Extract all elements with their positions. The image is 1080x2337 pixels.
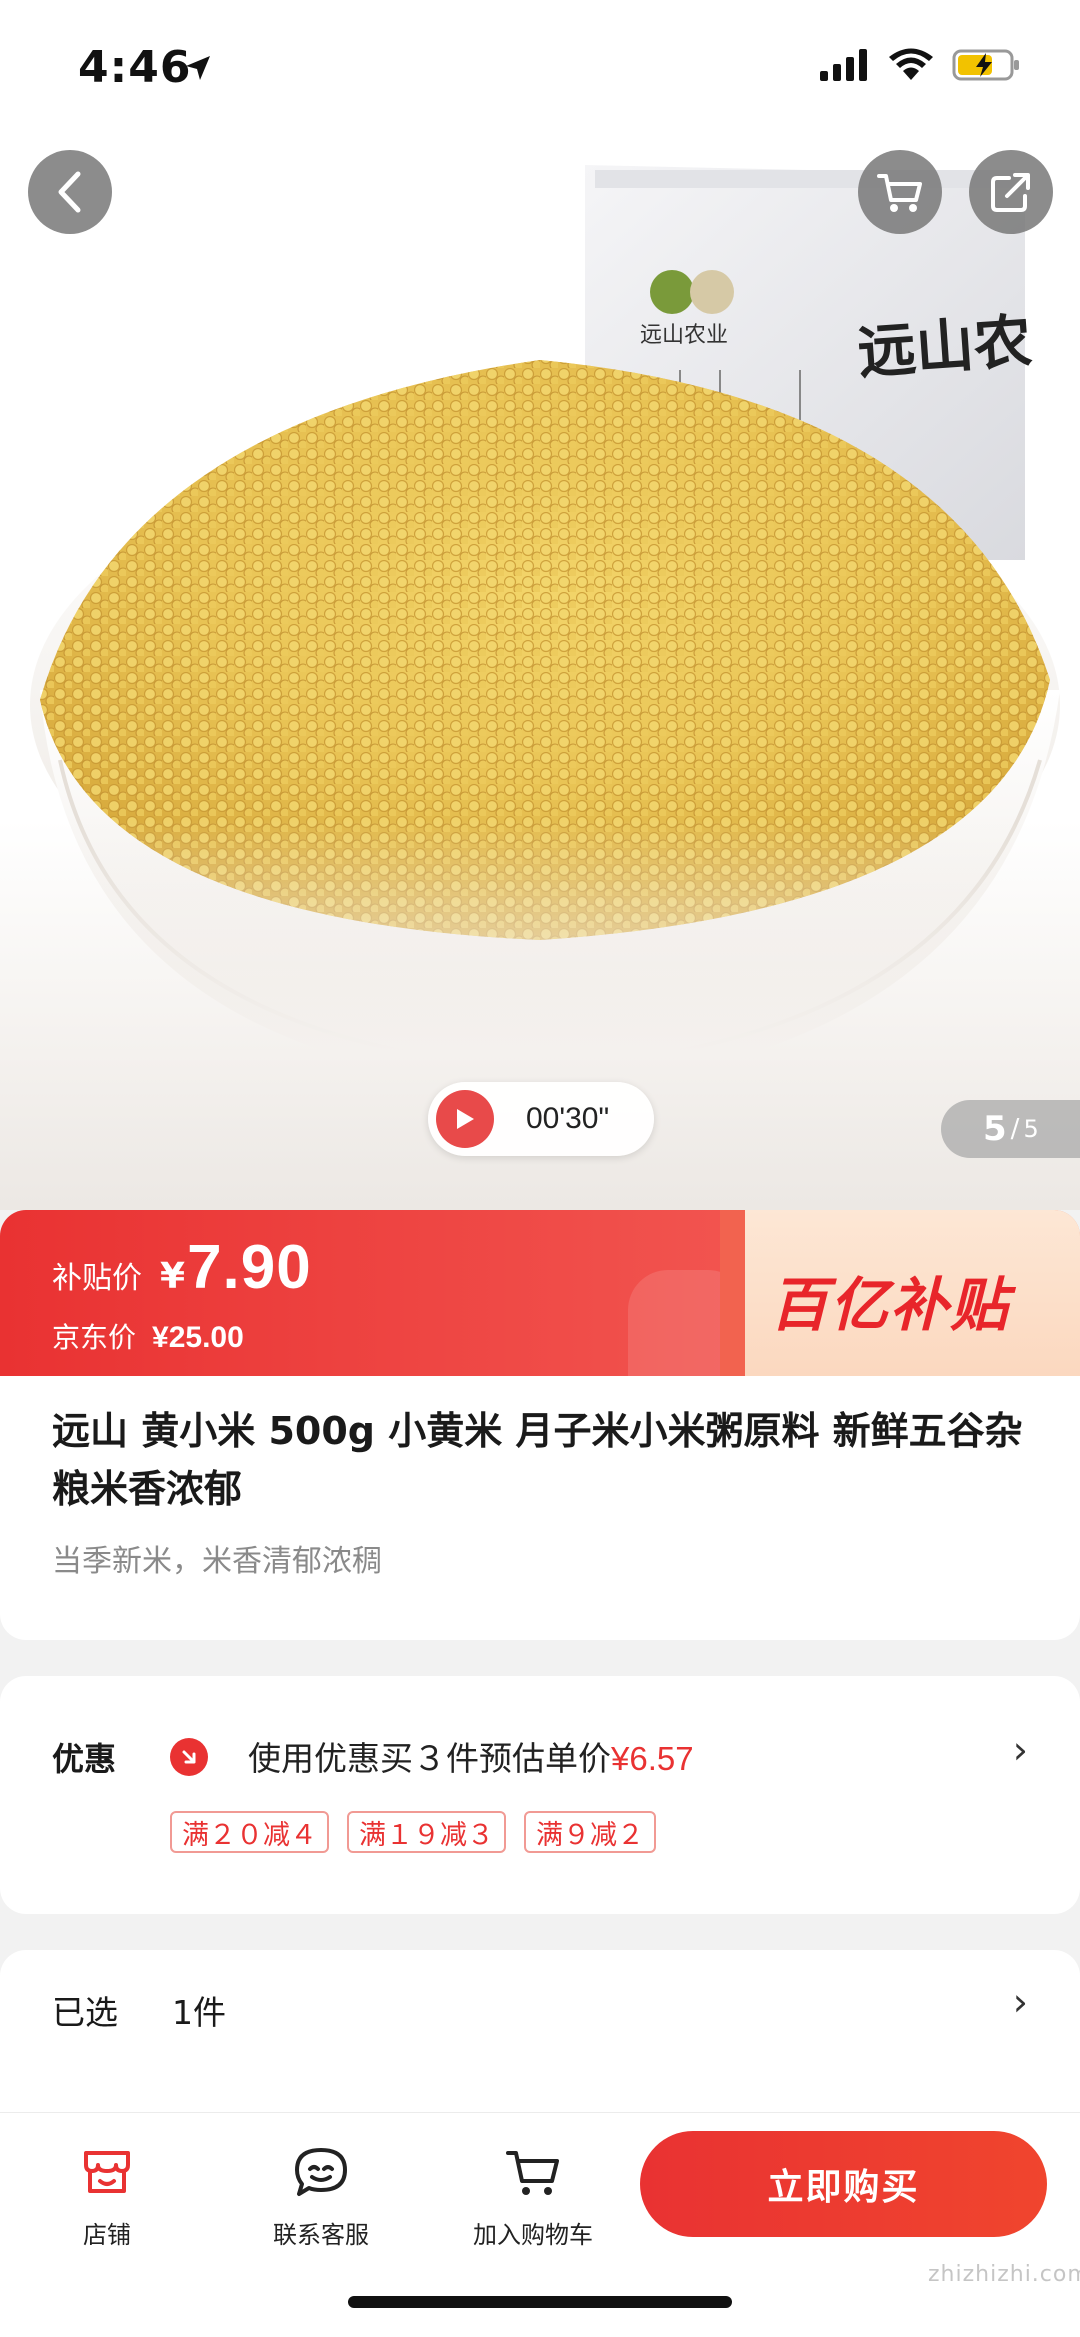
image-page-indicator: 5 / 5 bbox=[941, 1100, 1080, 1158]
page-current: 5 bbox=[983, 1109, 1007, 1149]
page-separator: / bbox=[1010, 1114, 1020, 1144]
selected-label: 已选 bbox=[52, 1993, 118, 2032]
page-total: 5 bbox=[1023, 1115, 1039, 1143]
location-arrow-icon bbox=[186, 56, 210, 80]
subsidy-badge: 百亿补贴 bbox=[770, 1271, 1011, 1339]
chevron-left-icon bbox=[58, 171, 81, 213]
chevron-right-icon: › bbox=[1012, 1980, 1028, 2024]
add-to-cart-label: 加入购物车 bbox=[473, 2221, 593, 2249]
play-icon bbox=[436, 1090, 494, 1148]
selected-spec-row[interactable]: 已选 1件 › bbox=[0, 1950, 1080, 2130]
battery-charging-icon bbox=[952, 49, 1019, 81]
watermark: zhizhizhi.com bbox=[928, 2262, 1080, 2287]
wifi-icon bbox=[889, 48, 933, 80]
original-price-row: 京东价 ¥25.00 bbox=[52, 1316, 244, 1356]
store-icon bbox=[76, 2141, 138, 2203]
promotion-text: 使用优惠买３件预估单价¥6.57 bbox=[248, 1739, 694, 1778]
package-brand-text: 远山农业 bbox=[640, 323, 728, 348]
coupon-list: 满２０减４ 满１９减３ 满９减２ bbox=[170, 1811, 656, 1853]
status-icons bbox=[820, 48, 1020, 82]
subsidy-price: 7.90 bbox=[187, 1233, 312, 1302]
video-duration: 00'30" bbox=[526, 1102, 610, 1135]
chevron-right-icon: › bbox=[1012, 1728, 1028, 1772]
store-button[interactable]: 店铺 bbox=[27, 2141, 187, 2250]
original-price-label: 京东价 bbox=[52, 1321, 137, 1354]
shopping-cart-icon bbox=[877, 174, 922, 212]
status-time: 4:46 bbox=[78, 42, 192, 93]
cart-button[interactable] bbox=[858, 150, 942, 234]
promotion-row[interactable]: 优惠 使用优惠买３件预估单价¥6.57 › 满２０减４ 满１９减３ 满９减２ bbox=[0, 1676, 1080, 1914]
store-label: 店铺 bbox=[83, 2221, 131, 2249]
add-to-cart-button[interactable]: 加入购物车 bbox=[453, 2141, 613, 2250]
estimated-unit-price: ¥6.57 bbox=[611, 1740, 694, 1777]
selected-value: 1件 bbox=[172, 1993, 226, 2032]
product-info-card: 远山 黄小米 500g 小黄米 月子米小米粥原料 新鲜五谷杂粮米香浓郁 当季新米… bbox=[0, 1376, 1080, 1640]
chat-icon bbox=[290, 2141, 352, 2203]
coupon-tag[interactable]: 满２０减４ bbox=[170, 1811, 329, 1853]
coupon-tag[interactable]: 满１９减３ bbox=[347, 1811, 506, 1853]
share-icon bbox=[991, 173, 1030, 212]
cellular-signal-icon bbox=[820, 49, 867, 81]
price-banner: 补贴价 ¥ 7.90 京东价 ¥25.00 百亿补贴 bbox=[0, 1210, 1080, 1376]
product-subtitle: 当季新米，米香清郁浓稠 bbox=[52, 1544, 382, 1579]
subsidy-price-row: 补贴价 ¥ 7.90 bbox=[52, 1232, 312, 1303]
promotion-label: 优惠 bbox=[52, 1740, 117, 1778]
svg-text:远山农: 远山农 bbox=[856, 307, 1034, 387]
back-button[interactable] bbox=[28, 150, 112, 234]
customer-service-button[interactable]: 联系客服 bbox=[241, 2141, 401, 2250]
share-button[interactable] bbox=[969, 150, 1053, 234]
currency-symbol: ¥ bbox=[160, 1256, 186, 1297]
coupon-tag[interactable]: 满９减２ bbox=[524, 1811, 656, 1853]
status-bar: 4:46 bbox=[0, 0, 1080, 140]
home-indicator[interactable] bbox=[348, 2296, 732, 2308]
add-to-cart-icon bbox=[502, 2141, 564, 2203]
video-play-button[interactable]: 00'30" bbox=[428, 1082, 654, 1156]
buy-now-button[interactable]: 立即购买 bbox=[640, 2131, 1047, 2237]
subsidy-price-label: 补贴价 bbox=[52, 1261, 142, 1296]
product-title: 远山 黄小米 500g 小黄米 月子米小米粥原料 新鲜五谷杂粮米香浓郁 bbox=[52, 1409, 1023, 1511]
original-price: ¥25.00 bbox=[152, 1321, 244, 1354]
customer-service-label: 联系客服 bbox=[273, 2221, 369, 2249]
discount-arrow-icon bbox=[170, 1738, 208, 1776]
